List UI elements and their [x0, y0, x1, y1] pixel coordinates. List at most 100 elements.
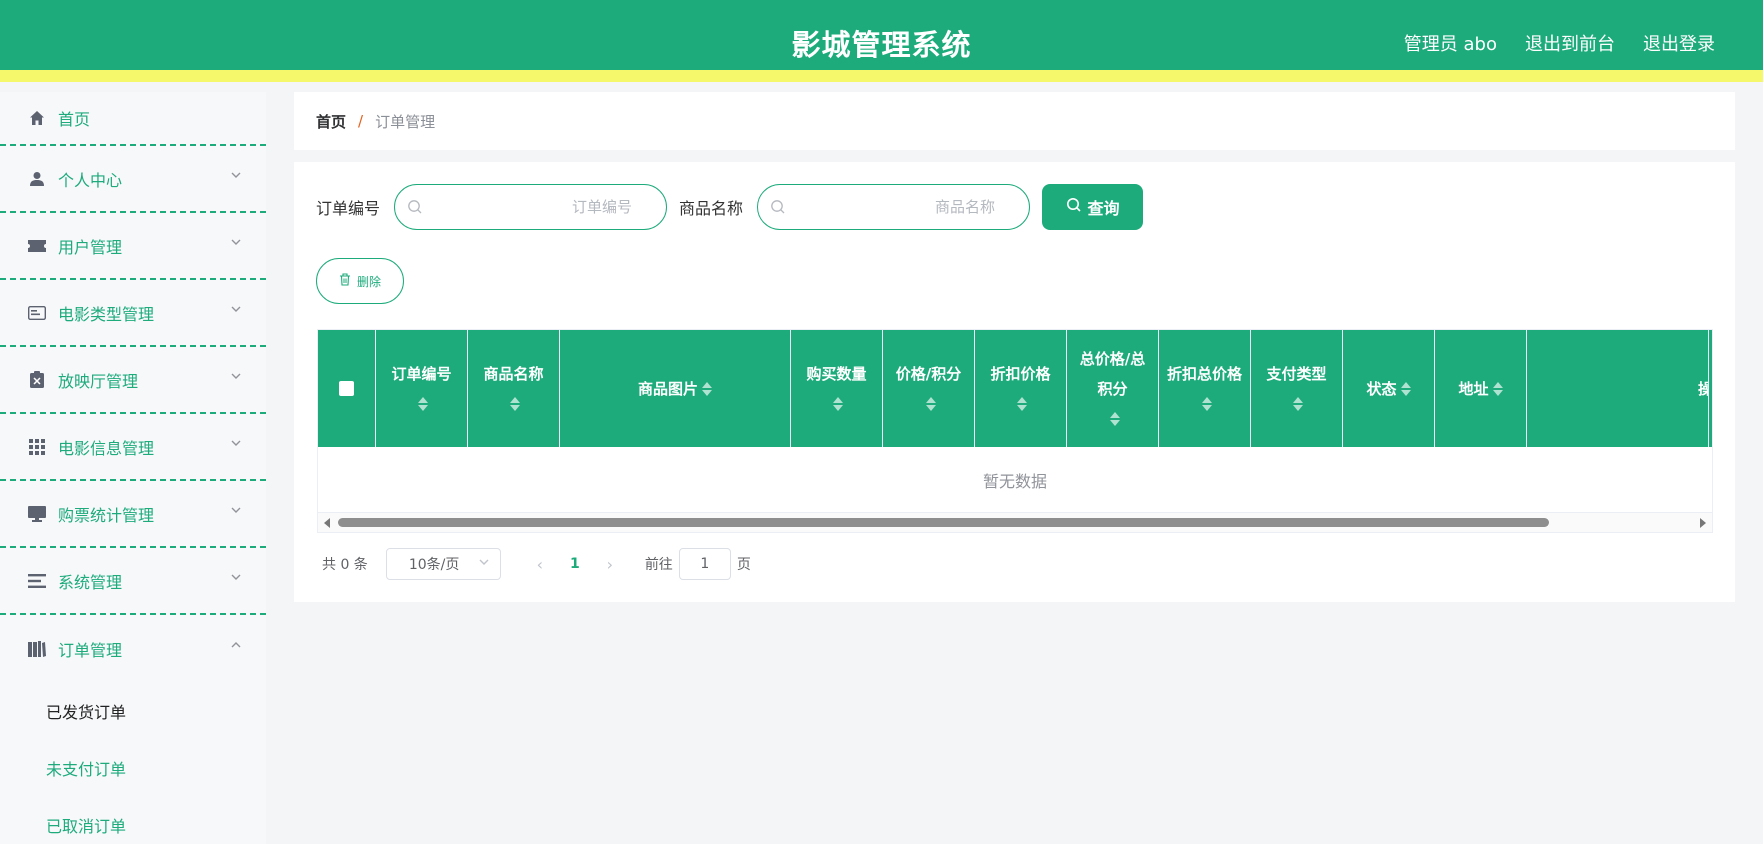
trash-icon [339, 273, 351, 289]
user-icon [28, 170, 46, 188]
sort-icon[interactable] [1201, 395, 1212, 413]
chevron-down-icon [230, 504, 242, 520]
search-icon [770, 199, 786, 219]
table-header: 订单编号 商品名称 商品图片 购买数量 价格/积分 折扣价格 总价格/总积分 折… [318, 330, 1712, 447]
breadcrumb-current: 订单管理 [375, 112, 436, 131]
column-header-product-name[interactable]: 商品名称 [468, 330, 560, 447]
id-card-icon [28, 304, 46, 322]
page-size-select[interactable]: 10条/页 [385, 548, 501, 580]
chevron-down-icon [230, 169, 242, 185]
sidebar-item-label: 电影类型管理 [58, 304, 155, 324]
product-name-field [757, 184, 1031, 230]
column-header-total-price[interactable]: 总价格/总积分 [1067, 330, 1159, 447]
sidebar-item-label: 电影信息管理 [58, 438, 155, 458]
column-header-quantity[interactable]: 购买数量 [791, 330, 883, 447]
ticket-icon [28, 237, 46, 255]
search-icon [1066, 197, 1082, 217]
sort-icon[interactable] [418, 395, 429, 413]
sidebar-item-label: 用户管理 [58, 237, 123, 257]
sort-icon[interactable] [1400, 380, 1411, 398]
submenu-item-shipped[interactable]: 已发货订单 [0, 682, 266, 739]
monitor-icon [28, 505, 46, 523]
page-number-current[interactable]: 1 [555, 556, 595, 572]
delete-button-label: 删除 [356, 274, 381, 289]
goto-page-input[interactable] [678, 548, 731, 580]
sidebar-item-label: 放映厅管理 [58, 371, 139, 391]
prev-page-button[interactable]: ‹ [525, 555, 555, 574]
sidebar-item-movie-types[interactable]: 电影类型管理 [0, 280, 266, 347]
home-icon [28, 109, 46, 127]
breadcrumb: 首页 / 订单管理 [294, 92, 1735, 150]
logout-link[interactable]: 退出登录 [1643, 30, 1715, 56]
orders-submenu: 已发货订单 未支付订单 已取消订单 [0, 682, 266, 844]
sidebar-item-movie-info[interactable]: 电影信息管理 [0, 414, 266, 481]
page-unit-label: 页 [736, 557, 751, 573]
pagination-total: 共 0 条 [322, 557, 368, 573]
sort-icon[interactable] [1492, 380, 1503, 398]
sidebar-item-profile[interactable]: 个人中心 [0, 146, 266, 213]
query-button[interactable]: 查询 [1042, 184, 1144, 230]
order-no-input[interactable] [395, 185, 667, 229]
grid-icon [28, 438, 46, 456]
sidebar-item-label: 首页 [58, 110, 91, 129]
breadcrumb-separator: / [358, 112, 364, 130]
sort-icon[interactable] [510, 395, 521, 413]
sidebar-item-ticket-stats[interactable]: 购票统计管理 [0, 481, 266, 548]
order-no-field [394, 184, 668, 230]
sidebar-item-halls[interactable]: 放映厅管理 [0, 347, 266, 414]
select-all-cell [318, 330, 376, 447]
sidebar-item-label: 购票统计管理 [58, 505, 155, 525]
search-icon [407, 199, 423, 219]
column-header-address[interactable]: 地址 [1435, 330, 1527, 447]
submenu-item-cancelled[interactable]: 已取消订单 [0, 796, 266, 844]
sidebar-item-orders[interactable]: 订单管理 [0, 615, 266, 682]
clipboard-icon [28, 371, 46, 389]
chevron-down-icon [230, 571, 242, 587]
column-header-actions: 操作 [1527, 330, 1709, 447]
sort-icon[interactable] [1109, 410, 1120, 428]
sidebar-item-system[interactable]: 系统管理 [0, 548, 266, 615]
scroll-left-icon[interactable] [324, 518, 330, 528]
query-button-label: 查询 [1087, 199, 1120, 218]
top-header: 影城管理系统 管理员 abo 退出到前台 退出登录 [0, 0, 1763, 82]
pagination: 共 0 条 10条/页 ‹ 1 › 前往 页 [322, 548, 751, 580]
exit-to-front-link[interactable]: 退出到前台 [1525, 30, 1615, 56]
order-no-label: 订单编号 [316, 199, 381, 218]
delete-button[interactable]: 删除 [316, 258, 404, 304]
chevron-down-icon [230, 303, 242, 319]
table-empty-text: 暂无数据 [982, 472, 1047, 491]
orders-table: 订单编号 商品名称 商品图片 购买数量 价格/积分 折扣价格 总价格/总积分 折… [317, 329, 1713, 533]
column-header-discount-price[interactable]: 折扣价格 [975, 330, 1067, 447]
product-name-input[interactable] [758, 185, 1030, 229]
sort-icon[interactable] [833, 395, 844, 413]
scroll-right-icon[interactable] [1700, 518, 1706, 528]
sort-icon[interactable] [1017, 395, 1028, 413]
column-header-status[interactable]: 状态 [1343, 330, 1435, 447]
column-header-price[interactable]: 价格/积分 [883, 330, 975, 447]
submenu-item-unpaid[interactable]: 未支付订单 [0, 739, 266, 796]
sidebar-item-label: 订单管理 [58, 640, 123, 660]
select-all-checkbox[interactable] [339, 381, 354, 396]
header-actions: 管理员 abo 退出到前台 退出登录 [1404, 30, 1715, 56]
sidebar-item-label: 个人中心 [58, 170, 123, 190]
header-accent-stripe [0, 70, 1763, 82]
sidebar-item-users[interactable]: 用户管理 [0, 213, 266, 280]
column-header-order-no[interactable]: 订单编号 [376, 330, 468, 447]
column-header-pay-type[interactable]: 支付类型 [1251, 330, 1343, 447]
sort-icon[interactable] [702, 380, 712, 398]
column-header-discount-total[interactable]: 折扣总价格 [1159, 330, 1251, 447]
next-page-button[interactable]: › [595, 555, 625, 574]
product-name-label: 商品名称 [679, 199, 744, 218]
main-content: 订单编号 商品名称 查询 删除 [294, 162, 1735, 602]
sort-icon[interactable] [1293, 395, 1304, 413]
books-icon [28, 640, 46, 658]
sort-icon[interactable] [925, 395, 936, 413]
chevron-up-icon [230, 639, 242, 655]
horizontal-scrollbar[interactable] [318, 512, 1712, 532]
column-header-product-image[interactable]: 商品图片 [560, 330, 791, 447]
scrollbar-thumb[interactable] [338, 518, 1549, 527]
admin-user-link[interactable]: 管理员 abo [1404, 30, 1497, 56]
chevron-down-icon [478, 556, 490, 571]
breadcrumb-home[interactable]: 首页 [316, 111, 346, 132]
sidebar-item-home[interactable]: 首页 [0, 92, 266, 146]
